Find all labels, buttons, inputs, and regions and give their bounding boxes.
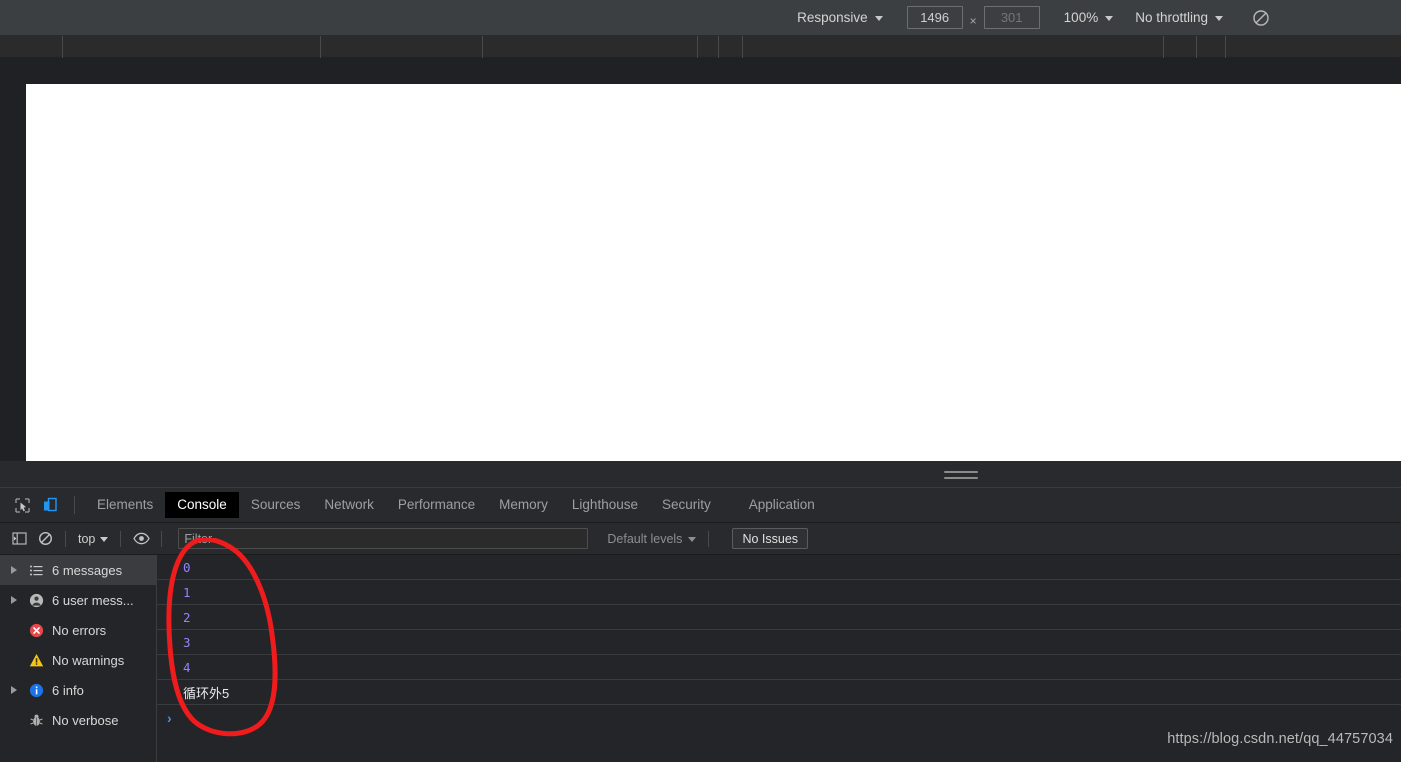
console-message-row: 4 xyxy=(157,655,1401,680)
console-sidebar-item-list[interactable]: 6 messages xyxy=(0,555,156,585)
chevron-down-icon xyxy=(1215,16,1223,21)
console-message-row: 0 xyxy=(157,555,1401,580)
chevron-down-icon xyxy=(1105,16,1114,21)
tab-elements[interactable]: Elements xyxy=(85,492,165,518)
chevron-down-icon xyxy=(100,537,109,542)
console-message-row: 3 xyxy=(157,630,1401,655)
device-emulation-toolbar: Responsive × 100% No throttling xyxy=(0,0,1401,36)
console-sidebar-item-label: 6 messages xyxy=(52,562,123,578)
ruler-tick xyxy=(718,36,719,58)
warning-icon xyxy=(26,653,46,668)
console-sidebar-item-user[interactable]: 6 user mess... xyxy=(0,585,156,615)
toolbar-divider xyxy=(65,530,66,547)
drag-handle-icon[interactable] xyxy=(944,471,978,479)
console-sidebar-item-info[interactable]: 6 info xyxy=(0,675,156,705)
tab-console[interactable]: Console xyxy=(165,492,239,518)
ruler-tick xyxy=(1163,36,1164,58)
tab-list: Elements Console Sources Network Performance… xyxy=(85,492,827,518)
expand-arrow-icon[interactable] xyxy=(8,686,20,694)
issues-button[interactable]: No Issues xyxy=(732,528,809,549)
execution-context-label: top xyxy=(78,531,96,546)
prompt-arrow-icon: › xyxy=(167,710,172,726)
device-viewport-area xyxy=(0,58,1401,461)
info-icon xyxy=(26,683,46,698)
expand-arrow-icon[interactable] xyxy=(8,596,20,604)
chevron-down-icon xyxy=(688,537,697,542)
tabbar-divider xyxy=(74,496,75,514)
ruler-tick xyxy=(1225,36,1226,58)
console-sidebar-item-warning[interactable]: No warnings xyxy=(0,645,156,675)
toolbar-divider xyxy=(161,530,163,547)
console-sidebar-item-label: No warnings xyxy=(52,652,125,668)
tab-memory[interactable]: Memory xyxy=(487,492,560,518)
user-icon xyxy=(26,593,46,608)
viewport-height-input[interactable] xyxy=(983,6,1040,29)
log-levels-select[interactable]: Default levels xyxy=(602,530,701,548)
ruler-tick xyxy=(697,36,698,58)
console-sidebar: 6 messages 6 user mess... No errors No warn… xyxy=(0,555,157,762)
device-preset-select[interactable]: Responsive xyxy=(793,8,887,27)
throttling-select[interactable]: No throttling xyxy=(1131,8,1227,27)
ruler-tick xyxy=(320,36,321,58)
sidebar-toggle-icon[interactable] xyxy=(6,526,32,552)
toolbar-divider xyxy=(708,530,710,547)
console-filter-toolbar: top Default levels No Issues xyxy=(0,523,1401,555)
console-message-row: 循环外5 xyxy=(157,680,1401,705)
tab-lighthouse[interactable]: Lighthouse xyxy=(560,492,650,518)
panel-splitter[interactable] xyxy=(0,461,1401,488)
issues-button-label: No Issues xyxy=(742,531,799,546)
console-sidebar-item-label: 6 info xyxy=(52,682,84,698)
eye-icon[interactable] xyxy=(128,526,154,552)
clear-console-icon[interactable] xyxy=(32,526,58,552)
zoom-label: 100% xyxy=(1063,10,1099,25)
devtools-window: Responsive × 100% No throttling xyxy=(0,0,1401,762)
toolbar-divider xyxy=(120,530,122,547)
console-sidebar-item-label: No verbose xyxy=(52,712,119,728)
ruler-tick xyxy=(62,36,63,58)
list-icon xyxy=(26,563,46,578)
devtools-tabbar: Elements Console Sources Network Performance… xyxy=(0,488,1401,523)
bug-icon xyxy=(26,713,46,728)
rendered-page[interactable] xyxy=(26,84,1401,461)
execution-context-select[interactable]: top xyxy=(73,530,113,548)
expand-arrow-icon[interactable] xyxy=(8,566,20,574)
device-toolbar-icon[interactable] xyxy=(36,491,64,519)
console-message-row: 1 xyxy=(157,580,1401,605)
log-levels-label: Default levels xyxy=(607,531,683,546)
rotate-icon[interactable] xyxy=(1249,6,1273,30)
tab-sources[interactable]: Sources xyxy=(239,492,313,518)
ruler-tick xyxy=(742,36,743,58)
console-sidebar-item-error[interactable]: No errors xyxy=(0,615,156,645)
dimension-group: × xyxy=(906,6,1040,29)
viewport-width-input[interactable] xyxy=(906,6,963,29)
console-prompt-row[interactable]: › xyxy=(157,705,1401,731)
console-sidebar-item-label: 6 user mess... xyxy=(52,592,134,608)
inspect-cursor-icon[interactable] xyxy=(8,491,36,519)
chevron-down-icon xyxy=(874,16,883,21)
watermark-text: https://blog.csdn.net/qq_44757034 xyxy=(1167,731,1393,747)
device-preset-label: Responsive xyxy=(797,10,868,25)
filter-input[interactable] xyxy=(178,528,589,549)
tab-performance[interactable]: Performance xyxy=(386,492,487,518)
console-sidebar-item-label: No errors xyxy=(52,622,107,638)
dimension-separator: × xyxy=(969,13,977,28)
viewport-ruler xyxy=(0,36,1401,58)
tab-application[interactable]: Application xyxy=(737,492,827,518)
zoom-select[interactable]: 100% xyxy=(1060,8,1118,27)
tab-security[interactable]: Security xyxy=(650,492,723,518)
tab-network[interactable]: Network xyxy=(312,492,386,518)
ruler-tick xyxy=(482,36,483,58)
console-message-row: 2 xyxy=(157,605,1401,630)
ruler-tick xyxy=(1196,36,1197,58)
error-icon xyxy=(26,623,46,638)
throttling-label: No throttling xyxy=(1135,10,1208,25)
console-sidebar-item-bug[interactable]: No verbose xyxy=(0,705,156,735)
